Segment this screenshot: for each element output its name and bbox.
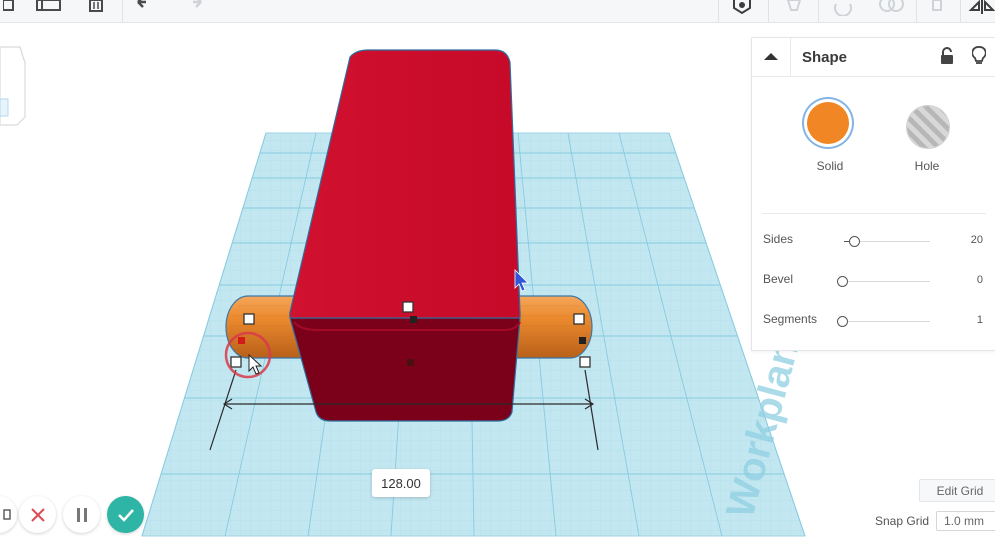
group-icon[interactable] (724, 0, 760, 22)
align-icon[interactable] (922, 0, 952, 22)
bevel-value[interactable]: 0 (977, 274, 983, 286)
pause-button[interactable] (63, 496, 100, 533)
lock-icon[interactable] (939, 47, 955, 70)
toolbar-divider (818, 0, 819, 22)
rotate-icon[interactable] (822, 0, 864, 22)
shape-panel: Shape Solid Hole Sides 20 Bevel 0 Segmen… (751, 37, 995, 351)
duplicate-icon[interactable] (33, 0, 63, 22)
frame-icon (2, 508, 11, 520)
panel-title: Shape (802, 49, 848, 66)
redo-icon[interactable] (178, 0, 206, 22)
toolbar-divider (960, 0, 961, 22)
pause-icon (76, 507, 87, 522)
sides-label: Sides (763, 232, 794, 246)
sides-value[interactable]: 20 (971, 234, 983, 246)
segments-slider-thumb[interactable] (837, 316, 848, 327)
hole-option[interactable] (907, 106, 949, 148)
solid-label: Solid (816, 159, 844, 173)
shape-panel-header: Shape (752, 38, 995, 77)
toolbar-divider (718, 0, 719, 22)
collapse-panel-button[interactable] (752, 38, 791, 76)
edit-grid-button[interactable]: Edit Grid (919, 479, 995, 502)
checkmark-icon (117, 508, 134, 522)
bevel-slider-thumb[interactable] (837, 276, 848, 287)
dimension-value-input[interactable]: 128.00 (372, 469, 430, 497)
toolbar-divider (122, 0, 123, 22)
snap-grid-value: 1.0 mm (944, 514, 985, 528)
bevel-slider[interactable] (844, 281, 930, 282)
cancel-button[interactable] (19, 496, 56, 533)
solid-option[interactable] (807, 102, 849, 144)
toolbar-divider (916, 0, 917, 22)
light-icon[interactable] (772, 0, 816, 22)
copy-icon[interactable] (0, 0, 20, 22)
sides-slider-thumb[interactable] (849, 236, 860, 247)
delete-icon[interactable] (83, 0, 109, 22)
shape-icon[interactable] (870, 0, 912, 22)
box-shape[interactable] (289, 49, 521, 422)
toolbar-divider (768, 0, 769, 22)
snap-grid-select[interactable]: 1.0 mm (936, 511, 995, 531)
segments-value[interactable]: 1 (977, 314, 983, 326)
confirm-button[interactable] (107, 496, 144, 533)
top-toolbar (0, 0, 995, 23)
segments-label: Segments (763, 312, 818, 326)
panel-divider (762, 213, 986, 214)
lightbulb-icon[interactable] (971, 46, 987, 71)
hole-label: Hole (914, 159, 940, 173)
close-icon (30, 507, 45, 522)
segments-slider[interactable] (844, 321, 930, 322)
caret-up-icon (764, 53, 778, 60)
undo-icon[interactable] (133, 0, 161, 22)
mirror-icon[interactable] (966, 0, 995, 22)
snap-grid-label: Snap Grid (875, 514, 930, 528)
bevel-label: Bevel (763, 272, 794, 286)
